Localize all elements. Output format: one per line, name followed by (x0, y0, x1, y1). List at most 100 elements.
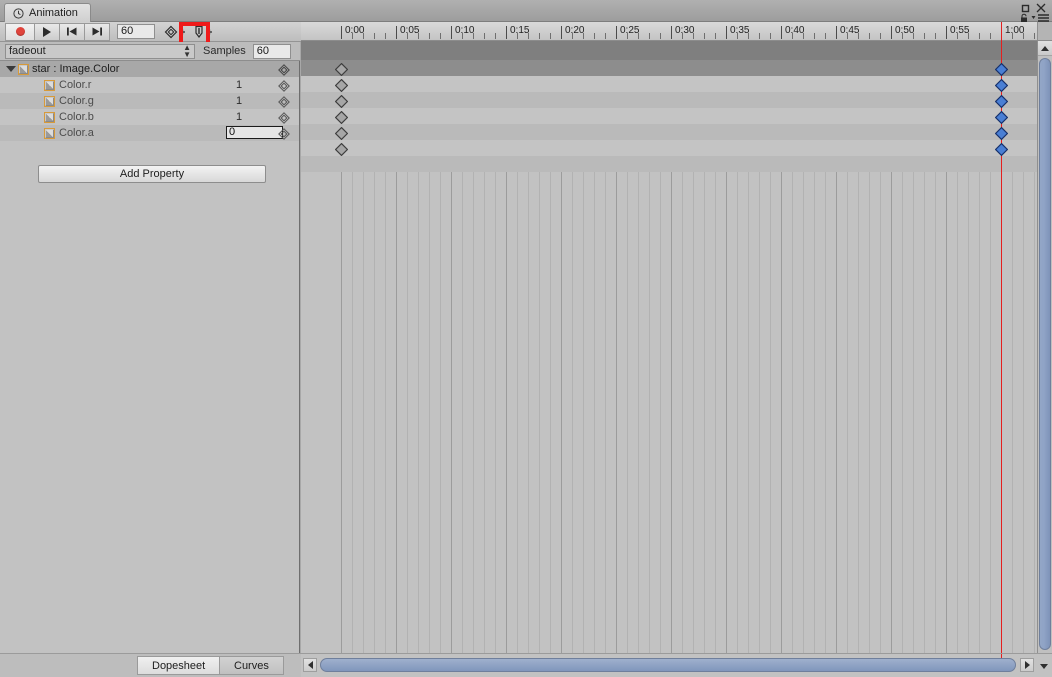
vertical-scrollbar[interactable] (1037, 41, 1052, 653)
ruler-major-tick (561, 26, 562, 39)
tab-animation[interactable]: Animation (4, 3, 91, 22)
window-tab-bar: Animation (0, 0, 1052, 22)
dopesheet-track-row[interactable] (301, 156, 1037, 172)
ruler-time-label: 0:20 (565, 25, 585, 36)
collapse-triangle-icon[interactable] (6, 66, 16, 72)
horizontal-scrollbar-thumb[interactable] (320, 658, 1016, 672)
scroll-down-button[interactable] (1036, 654, 1052, 677)
tab-curves[interactable]: Curves (219, 656, 284, 675)
property-value[interactable]: 1 (209, 79, 269, 91)
play-button[interactable] (35, 22, 60, 41)
ruler-time-label: 0:40 (785, 25, 805, 36)
keyframe-diamond-icon (994, 62, 1009, 77)
keyframe-selected[interactable] (994, 126, 1009, 141)
dopesheet-header-band (301, 41, 1037, 60)
keyframe-selected[interactable] (994, 94, 1009, 109)
ruler-major-tick (616, 26, 617, 39)
time-ruler[interactable]: 0:00 0:05 0:10 0:15 0:20 0:25 0:30 0:35 0:40 0:45… (301, 22, 1037, 40)
arrow-up-icon (1041, 45, 1049, 51)
property-label: Color.g (59, 95, 94, 107)
ruler-minor-tick (880, 33, 881, 39)
add-keyframe-button[interactable] (163, 23, 187, 41)
keyframe-selected[interactable] (994, 110, 1009, 125)
ruler-minor-tick (704, 33, 705, 39)
keyframe-diamond-icon (994, 78, 1009, 93)
sprite-icon (44, 111, 55, 123)
dopesheet-track-row[interactable] (301, 140, 1037, 156)
ruler-time-label: 0:05 (400, 25, 420, 36)
ruler-major-tick (506, 26, 507, 39)
ruler-major-tick (396, 26, 397, 39)
keyframe-diamond-icon (334, 94, 349, 109)
sprite-icon (18, 63, 29, 75)
scroll-left-button[interactable] (303, 658, 317, 672)
dopesheet-track-row[interactable] (301, 108, 1037, 124)
property-row-color-a[interactable]: Color.a 0 (0, 125, 299, 141)
previous-keyframe-button[interactable] (60, 22, 85, 41)
horizontal-scrollbar[interactable] (301, 653, 1052, 677)
keyframe-diamond-icon (278, 64, 290, 76)
dopesheet-track-row[interactable] (301, 124, 1037, 140)
keyframe-diamond-icon (334, 110, 349, 125)
keyframe-selected[interactable] (994, 78, 1009, 93)
property-label: Color.a (59, 127, 94, 139)
ruler-minor-tick (759, 33, 760, 39)
next-keyframe-button[interactable] (85, 22, 110, 41)
property-value[interactable]: 1 (209, 111, 269, 123)
samples-input[interactable]: 60 (252, 43, 291, 59)
sprite-icon (44, 95, 55, 107)
ruler-minor-tick (715, 33, 716, 39)
keyframe-diamond-icon (278, 80, 290, 92)
vertical-scrollbar-thumb[interactable] (1039, 58, 1051, 650)
ruler-minor-tick (385, 33, 386, 39)
ruler-minor-tick (979, 33, 980, 39)
ruler-major-tick (671, 26, 672, 39)
property-value[interactable]: 1 (209, 95, 269, 107)
property-row-color-g[interactable]: Color.g 1 (0, 93, 299, 109)
property-hierarchy-panel: star : Image.Color Color.r 1 Color.g 1 C… (0, 61, 300, 653)
property-value-input[interactable]: 0 (226, 126, 283, 139)
keyframe[interactable] (334, 78, 349, 93)
dopesheet-track-row[interactable] (301, 76, 1037, 92)
dopesheet-track-row[interactable] (301, 92, 1037, 108)
ruler-minor-tick (605, 33, 606, 39)
arrow-right-icon (1024, 661, 1030, 669)
keyframe[interactable] (334, 62, 349, 77)
dopesheet-grid[interactable] (301, 41, 1037, 653)
animation-window: Animation 60 fadeout ▲ ▼ Samples 60 star… (0, 0, 1052, 677)
property-row-color-b[interactable]: Color.b 1 (0, 109, 299, 125)
ruler-minor-tick (825, 33, 826, 39)
keyframe-diamond-icon (994, 110, 1009, 125)
ruler-minor-tick (495, 33, 496, 39)
hierarchy-summary-row[interactable]: star : Image.Color (0, 61, 299, 77)
clip-selection-bar: fadeout ▲ ▼ Samples 60 (0, 42, 300, 61)
scroll-up-button[interactable] (1038, 41, 1052, 56)
keyframe-selected[interactable] (994, 62, 1009, 77)
record-button[interactable] (5, 22, 35, 41)
ruler-major-tick (836, 26, 837, 39)
keyframe[interactable] (334, 94, 349, 109)
add-property-button[interactable]: Add Property (38, 165, 266, 183)
ruler-time-label: 0:30 (675, 25, 695, 36)
keyframe[interactable] (334, 126, 349, 141)
property-keyframe-toggle[interactable] (278, 128, 290, 143)
property-row-color-r[interactable]: Color.r 1 (0, 77, 299, 93)
ruler-minor-tick (660, 33, 661, 39)
clip-dropdown[interactable]: fadeout ▲ ▼ (5, 43, 195, 59)
ruler-minor-tick (1034, 33, 1035, 39)
add-event-icon (195, 25, 212, 38)
current-frame-input[interactable]: 60 (117, 24, 155, 39)
ruler-time-label: 0:35 (730, 25, 750, 36)
ruler-time-label: 1:00 (1005, 25, 1025, 36)
playhead-ruler-marker[interactable] (1001, 22, 1002, 41)
dopesheet-summary-row[interactable] (301, 60, 1037, 76)
keyframe[interactable] (334, 142, 349, 157)
chevron-updown-icon: ▲ ▼ (183, 43, 191, 59)
add-event-button[interactable] (191, 23, 215, 41)
view-mode-tab-bar: Dopesheet Curves (0, 653, 301, 677)
tab-dopesheet[interactable]: Dopesheet (137, 656, 221, 675)
keyframe-selected[interactable] (994, 142, 1009, 157)
ruler-major-tick (341, 26, 342, 39)
scroll-right-button[interactable] (1020, 658, 1034, 672)
keyframe[interactable] (334, 110, 349, 125)
